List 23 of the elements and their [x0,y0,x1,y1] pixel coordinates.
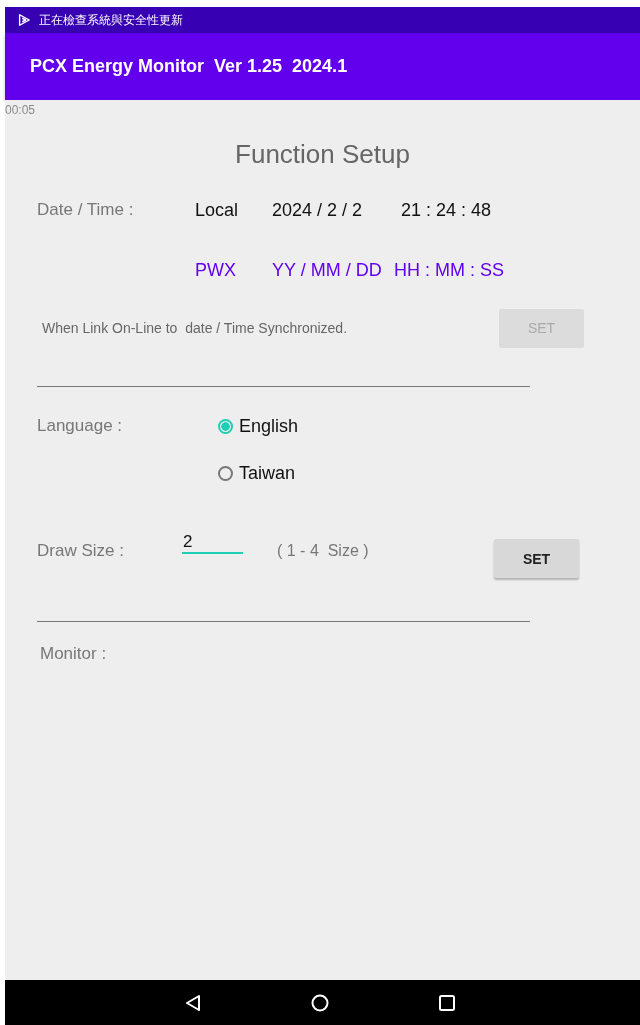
size-input[interactable]: 2 [182,532,243,554]
time-source: Local [195,199,240,221]
section-label: Monitor : [40,644,107,664]
set-button[interactable]: SET [494,539,579,578]
size-hint: ( 1 - 4 Size ) [277,542,370,560]
device-source: PWX [195,259,237,281]
timer-text: 00:05 [5,103,36,117]
field-label: Date / Time : [37,200,135,220]
page-title: Function Setup [234,139,411,170]
back-icon[interactable] [185,993,201,1012]
date-value: 2024 / 2 / 2 [272,199,364,221]
radio-option[interactable]: English [218,416,299,437]
time-format: HH : MM : SS [394,259,504,281]
time-value: 21 : 24 : 48 [401,199,492,221]
recents-icon[interactable] [439,994,455,1011]
radio-option[interactable]: Taiwan [218,463,299,484]
field-label: Draw Size : [37,541,125,561]
sync-note: When Link On-Line to date / Time Synchronized. [42,320,349,336]
app-title: PCX Energy Monitor Ver 1.25 2024.1 [30,56,348,77]
play-icon [17,13,31,27]
home-icon[interactable] [311,993,329,1012]
field-label: Language : [37,416,124,437]
notification-text: 正在檢查系統與安全性更新 [39,11,183,29]
